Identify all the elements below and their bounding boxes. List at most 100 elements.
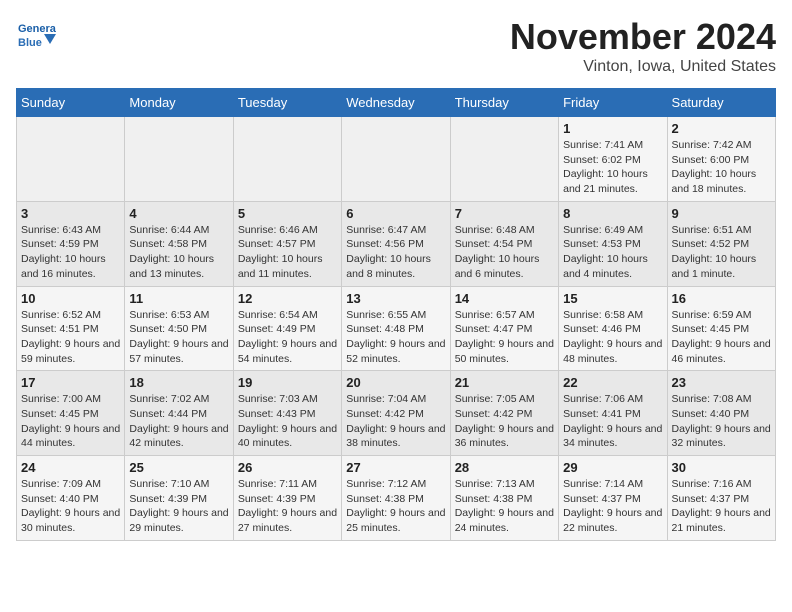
day-number: 1 [563, 121, 662, 136]
day-number: 17 [21, 375, 120, 390]
logo: General Blue [16, 16, 60, 56]
day-number: 3 [21, 206, 120, 221]
day-cell: 12 Sunrise: 6:54 AM Sunset: 4:49 PM Dayli… [233, 286, 341, 371]
day-number: 12 [238, 291, 337, 306]
day-info: Sunrise: 7:08 AM Sunset: 4:40 PM Dayligh… [672, 392, 771, 451]
day-cell: 14Sunrise: 6:57 AM Sunset: 4:47 PM Dayli… [450, 286, 558, 371]
day-cell [450, 117, 558, 202]
day-cell: 27 Sunrise: 7:12 AM Sunset: 4:38 PM Dayli… [342, 456, 450, 541]
day-number: 24 [21, 460, 120, 475]
day-cell [342, 117, 450, 202]
week-row-5: 24 Sunrise: 7:09 AM Sunset: 4:40 PM Dayli… [17, 456, 776, 541]
week-row-4: 17 Sunrise: 7:00 AM Sunset: 4:45 PM Dayli… [17, 371, 776, 456]
title-area: November 2024 Vinton, Iowa, United State… [510, 16, 776, 76]
day-number: 28 [455, 460, 554, 475]
day-info: Sunrise: 6:47 AM Sunset: 4:56 PM Dayligh… [346, 223, 445, 282]
day-number: 5 [238, 206, 337, 221]
day-cell: 23 Sunrise: 7:08 AM Sunset: 4:40 PM Dayli… [667, 371, 775, 456]
day-info: Sunrise: 6:43 AM Sunset: 4:59 PM Dayligh… [21, 223, 120, 282]
day-cell: 28 Sunrise: 7:13 AM Sunset: 4:38 PM Dayli… [450, 456, 558, 541]
day-number: 2 [672, 121, 771, 136]
day-info: Sunrise: 6:53 AM Sunset: 4:50 PM Dayligh… [129, 308, 228, 367]
day-info: Sunrise: 7:13 AM Sunset: 4:38 PM Dayligh… [455, 477, 554, 536]
day-number: 16 [672, 291, 771, 306]
day-info: Sunrise: 6:54 AM Sunset: 4:49 PM Dayligh… [238, 308, 337, 367]
day-info: Sunrise: 7:02 AM Sunset: 4:44 PM Dayligh… [129, 392, 228, 451]
day-cell: 29 Sunrise: 7:14 AM Sunset: 4:37 PM Dayli… [559, 456, 667, 541]
day-info: Sunrise: 6:49 AM Sunset: 4:53 PM Dayligh… [563, 223, 662, 282]
day-cell: 18Sunrise: 7:02 AM Sunset: 4:44 PM Dayli… [125, 371, 233, 456]
day-info: Sunrise: 7:16 AM Sunset: 4:37 PM Dayligh… [672, 477, 771, 536]
week-row-2: 3 Sunrise: 6:43 AM Sunset: 4:59 PM Daylig… [17, 201, 776, 286]
day-number: 7 [455, 206, 554, 221]
day-info: Sunrise: 6:58 AM Sunset: 4:46 PM Dayligh… [563, 308, 662, 367]
day-cell: 5 Sunrise: 6:46 AM Sunset: 4:57 PM Daylig… [233, 201, 341, 286]
day-number: 30 [672, 460, 771, 475]
day-header-wednesday: Wednesday [342, 89, 450, 117]
day-number: 19 [238, 375, 337, 390]
day-number: 15 [563, 291, 662, 306]
day-cell: 17 Sunrise: 7:00 AM Sunset: 4:45 PM Dayli… [17, 371, 125, 456]
day-number: 6 [346, 206, 445, 221]
day-cell: 10Sunrise: 6:52 AM Sunset: 4:51 PM Dayli… [17, 286, 125, 371]
day-number: 8 [563, 206, 662, 221]
day-header-thursday: Thursday [450, 89, 558, 117]
day-cell: 13 Sunrise: 6:55 AM Sunset: 4:48 PM Dayli… [342, 286, 450, 371]
day-cell: 15 Sunrise: 6:58 AM Sunset: 4:46 PM Dayli… [559, 286, 667, 371]
day-cell: 9 Sunrise: 6:51 AM Sunset: 4:52 PM Daylig… [667, 201, 775, 286]
month-title: November 2024 [510, 16, 776, 58]
day-number: 11 [129, 291, 228, 306]
day-info: Sunrise: 6:51 AM Sunset: 4:52 PM Dayligh… [672, 223, 771, 282]
day-number: 10 [21, 291, 120, 306]
day-cell: 7 Sunrise: 6:48 AM Sunset: 4:54 PM Daylig… [450, 201, 558, 286]
day-cell: 30 Sunrise: 7:16 AM Sunset: 4:37 PM Dayli… [667, 456, 775, 541]
header: General Blue November 2024 Vinton, Iowa,… [16, 16, 776, 76]
day-number: 14 [455, 291, 554, 306]
day-header-tuesday: Tuesday [233, 89, 341, 117]
day-number: 9 [672, 206, 771, 221]
day-cell: 11 Sunrise: 6:53 AM Sunset: 4:50 PM Dayli… [125, 286, 233, 371]
day-number: 25 [129, 460, 228, 475]
day-info: Sunrise: 7:09 AM Sunset: 4:40 PM Dayligh… [21, 477, 120, 536]
day-cell: 4Sunrise: 6:44 AM Sunset: 4:58 PM Daylig… [125, 201, 233, 286]
day-number: 29 [563, 460, 662, 475]
logo-icon: General Blue [16, 16, 56, 56]
day-cell: 24 Sunrise: 7:09 AM Sunset: 4:40 PM Dayli… [17, 456, 125, 541]
day-info: Sunrise: 7:03 AM Sunset: 4:43 PM Dayligh… [238, 392, 337, 451]
day-cell: 21Sunrise: 7:05 AM Sunset: 4:42 PM Dayli… [450, 371, 558, 456]
day-cell: 26Sunrise: 7:11 AM Sunset: 4:39 PM Dayli… [233, 456, 341, 541]
day-info: Sunrise: 7:14 AM Sunset: 4:37 PM Dayligh… [563, 477, 662, 536]
week-row-3: 10Sunrise: 6:52 AM Sunset: 4:51 PM Dayli… [17, 286, 776, 371]
day-cell: 6 Sunrise: 6:47 AM Sunset: 4:56 PM Daylig… [342, 201, 450, 286]
day-header-sunday: Sunday [17, 89, 125, 117]
day-number: 23 [672, 375, 771, 390]
day-cell [125, 117, 233, 202]
day-number: 26 [238, 460, 337, 475]
day-header-friday: Friday [559, 89, 667, 117]
day-info: Sunrise: 7:41 AM Sunset: 6:02 PM Dayligh… [563, 138, 662, 197]
day-header-saturday: Saturday [667, 89, 775, 117]
day-info: Sunrise: 6:59 AM Sunset: 4:45 PM Dayligh… [672, 308, 771, 367]
day-number: 21 [455, 375, 554, 390]
day-cell: 25Sunrise: 7:10 AM Sunset: 4:39 PM Dayli… [125, 456, 233, 541]
day-info: Sunrise: 6:55 AM Sunset: 4:48 PM Dayligh… [346, 308, 445, 367]
day-cell: 22Sunrise: 7:06 AM Sunset: 4:41 PM Dayli… [559, 371, 667, 456]
day-info: Sunrise: 7:00 AM Sunset: 4:45 PM Dayligh… [21, 392, 120, 451]
day-header-monday: Monday [125, 89, 233, 117]
day-info: Sunrise: 6:44 AM Sunset: 4:58 PM Dayligh… [129, 223, 228, 282]
svg-text:General: General [18, 23, 56, 35]
day-info: Sunrise: 6:46 AM Sunset: 4:57 PM Dayligh… [238, 223, 337, 282]
day-cell: 19 Sunrise: 7:03 AM Sunset: 4:43 PM Dayli… [233, 371, 341, 456]
day-cell: 16 Sunrise: 6:59 AM Sunset: 4:45 PM Dayli… [667, 286, 775, 371]
calendar-table: SundayMondayTuesdayWednesdayThursdayFrid… [16, 88, 776, 541]
day-info: Sunrise: 6:48 AM Sunset: 4:54 PM Dayligh… [455, 223, 554, 282]
day-info: Sunrise: 7:04 AM Sunset: 4:42 PM Dayligh… [346, 392, 445, 451]
day-cell: 2Sunrise: 7:42 AM Sunset: 6:00 PM Daylig… [667, 117, 775, 202]
day-info: Sunrise: 7:12 AM Sunset: 4:38 PM Dayligh… [346, 477, 445, 536]
day-number: 13 [346, 291, 445, 306]
day-info: Sunrise: 7:06 AM Sunset: 4:41 PM Dayligh… [563, 392, 662, 451]
day-cell: 1 Sunrise: 7:41 AM Sunset: 6:02 PM Daylig… [559, 117, 667, 202]
day-cell: 20Sunrise: 7:04 AM Sunset: 4:42 PM Dayli… [342, 371, 450, 456]
day-cell [17, 117, 125, 202]
day-number: 27 [346, 460, 445, 475]
